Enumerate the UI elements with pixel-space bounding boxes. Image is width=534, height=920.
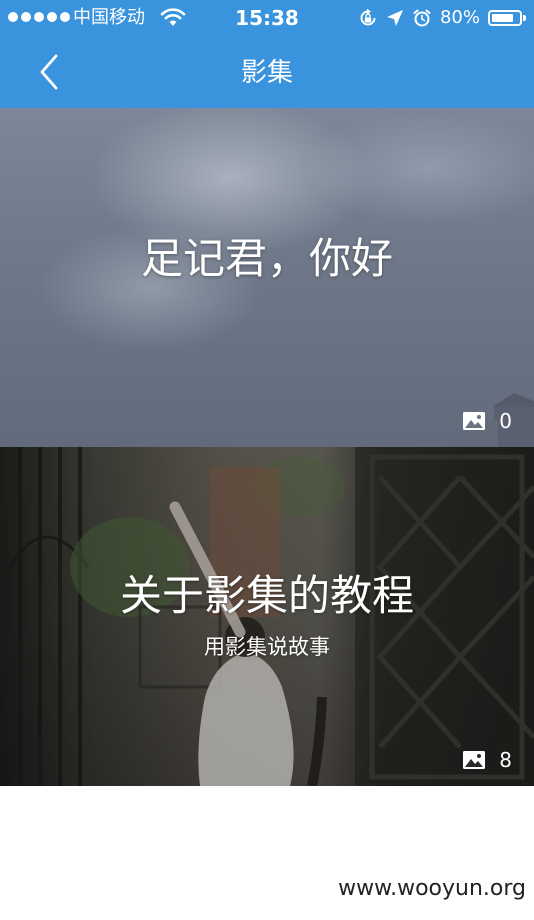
- image-icon: [463, 412, 486, 430]
- battery-fill: [492, 14, 513, 22]
- image-icon: [463, 751, 486, 769]
- status-right-group: 80%: [358, 6, 526, 30]
- album-card[interactable]: 关于影集的教程 用影集说故事 8: [0, 447, 534, 786]
- nav-bar: 影集: [0, 36, 534, 108]
- album-title: 关于影集的教程: [119, 571, 414, 620]
- battery-nub: [523, 15, 526, 21]
- watermark-text: www.wooyun.org: [338, 876, 526, 901]
- album-subtitle: 用影集说故事: [204, 635, 330, 659]
- photo-count-value: 8: [499, 748, 512, 772]
- album-title: 足记君，你好: [140, 234, 393, 283]
- photo-count-value: 0: [499, 409, 512, 433]
- battery-percent: 80%: [439, 7, 480, 28]
- status-bar: 中国移动 15:38 80%: [0, 0, 534, 36]
- battery-icon: [488, 10, 526, 26]
- page-title: 影集: [240, 58, 293, 88]
- alarm-clock-icon: [413, 9, 431, 27]
- location-arrow-icon: [386, 10, 403, 26]
- photo-count: 8: [463, 748, 512, 772]
- rotation-lock-icon: [360, 8, 376, 26]
- top-header: 中国移动 15:38 80% 影集: [0, 0, 534, 108]
- photo-count: 0: [463, 409, 512, 433]
- album-card[interactable]: 足记君，你好 0: [0, 108, 534, 447]
